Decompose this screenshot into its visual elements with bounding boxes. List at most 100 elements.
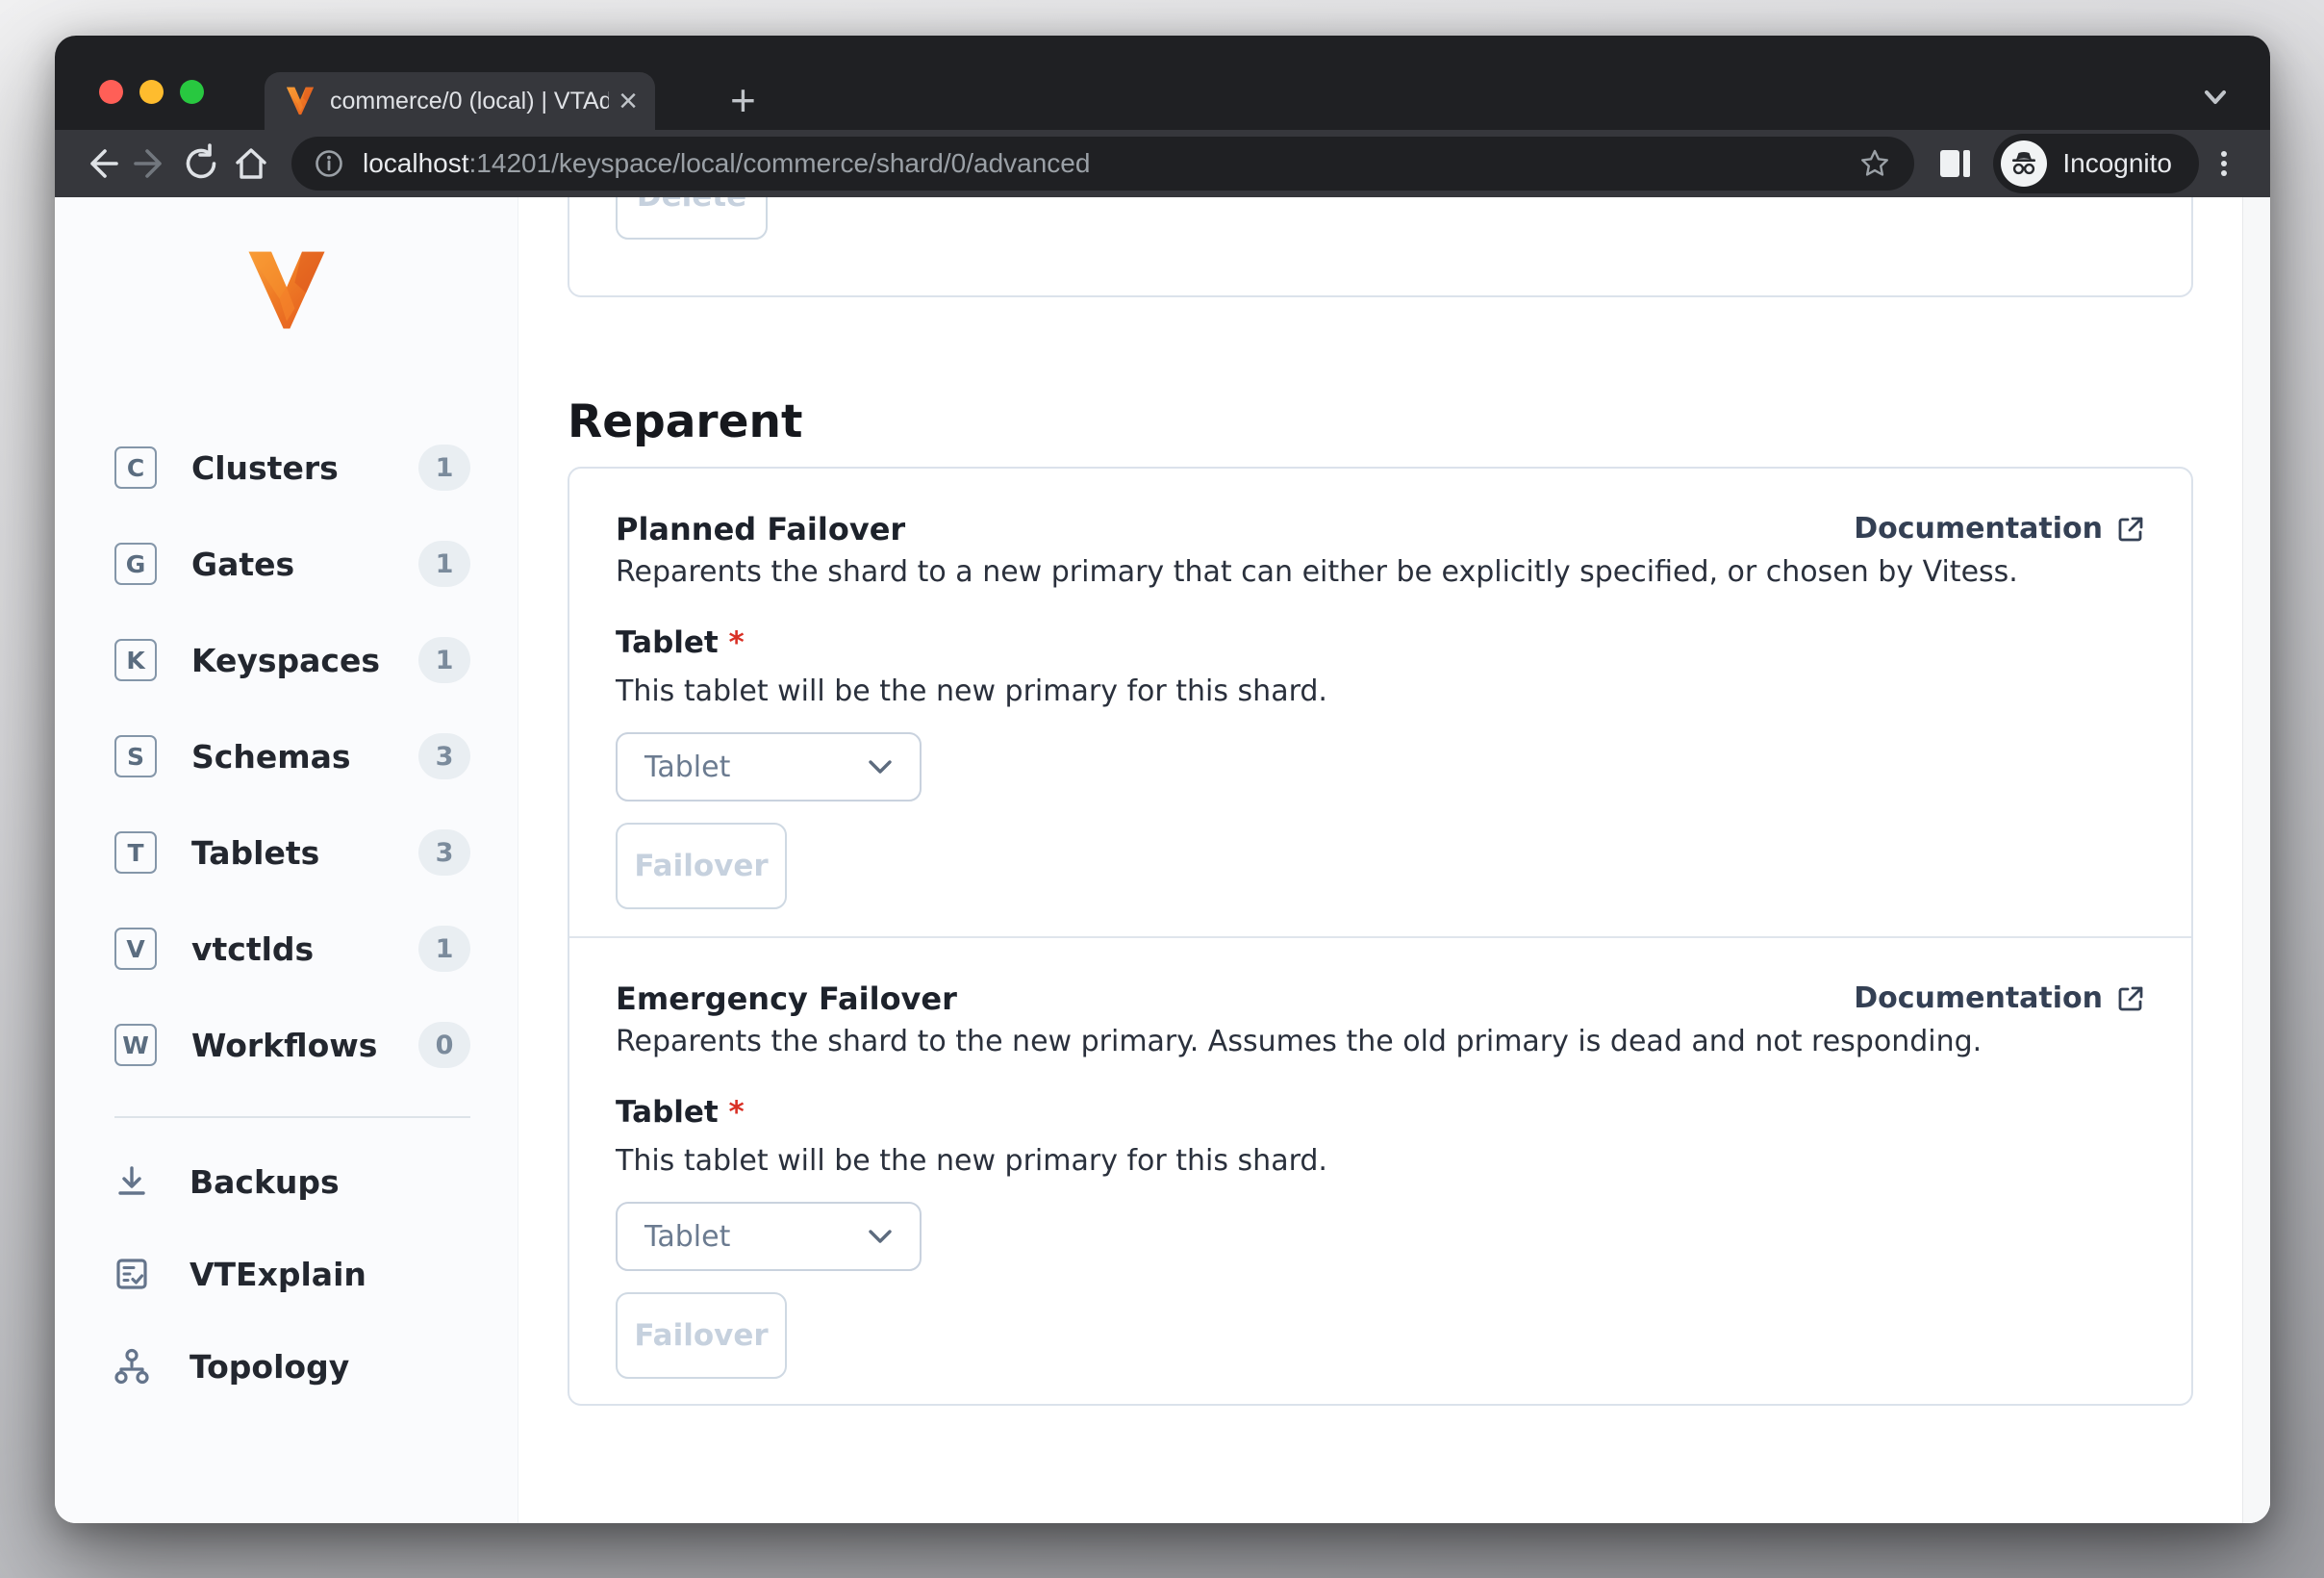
tablet-select-value: Tablet [644, 1219, 731, 1254]
bookmark-star-icon[interactable] [1858, 147, 1891, 180]
tablet-field-label: Tablet * [616, 1095, 745, 1130]
external-link-icon [2118, 986, 2143, 1011]
forward-button[interactable] [126, 139, 176, 189]
sidebar-item-vtctlds[interactable]: V vtctlds 1 [55, 901, 518, 997]
side-panel-icon[interactable] [1930, 139, 1980, 189]
sidebar-item-label: Schemas [191, 737, 351, 776]
gates-icon: G [114, 543, 157, 585]
sidebar-item-clusters[interactable]: C Clusters 1 [55, 420, 518, 516]
vtadmin-app: C Clusters 1 G Gates 1 K Keyspaces 1 S S… [55, 197, 2270, 1523]
address-bar[interactable]: localhost:14201/keyspace/local/commerce/… [291, 137, 1915, 191]
documentation-label: Documentation [1854, 512, 2103, 546]
backups-icon [111, 1160, 153, 1203]
traffic-lights [99, 80, 204, 104]
delete-button[interactable]: Delete [616, 197, 768, 240]
scrollbar[interactable] [2242, 197, 2270, 1523]
count-badge: 3 [418, 733, 470, 779]
count-badge: 0 [418, 1022, 470, 1068]
sidebar-item-label: Workflows [191, 1026, 378, 1064]
main-content: Delete Reparent Planned Failover Documen… [518, 197, 2270, 1523]
tab-title: commerce/0 (local) | VTAdmin [330, 87, 610, 115]
vtexplain-icon [111, 1253, 153, 1295]
tab-strip: commerce/0 (local) | VTAdmin × + [55, 36, 2270, 130]
chevron-down-icon [869, 1230, 892, 1243]
sidebar-nav: C Clusters 1 G Gates 1 K Keyspaces 1 S S… [55, 420, 518, 1093]
sidebar-item-label: Clusters [191, 448, 339, 487]
sidebar: C Clusters 1 G Gates 1 K Keyspaces 1 S S… [55, 197, 518, 1523]
sidebar-item-workflows[interactable]: W Workflows 0 [55, 997, 518, 1093]
reload-button[interactable] [176, 139, 226, 189]
sidebar-item-label: vtctlds [191, 929, 315, 968]
keyspaces-icon: K [114, 639, 157, 681]
vitess-logo [248, 251, 324, 329]
browser-menu-icon[interactable] [2199, 139, 2249, 189]
count-badge: 1 [418, 637, 470, 683]
sidebar-tools: Backups VTExplain Topology [55, 1135, 518, 1413]
required-asterisk: * [728, 1095, 745, 1130]
delete-shard-card: Delete [568, 197, 2193, 297]
planned-failover-button[interactable]: Failover [616, 823, 787, 909]
sidebar-item-vtexplain[interactable]: VTExplain [55, 1228, 518, 1320]
page-info-icon[interactable] [315, 149, 343, 178]
section-title: Emergency Failover [616, 980, 957, 1017]
topology-icon [111, 1345, 153, 1387]
sidebar-divider [114, 1116, 470, 1118]
sidebar-item-gates[interactable]: G Gates 1 [55, 516, 518, 612]
browser-toolbar: localhost:14201/keyspace/local/commerce/… [55, 130, 2270, 197]
sidebar-item-schemas[interactable]: S Schemas 3 [55, 708, 518, 804]
url-text: localhost:14201/keyspace/local/commerce/… [363, 148, 1858, 179]
new-tab-button[interactable]: + [730, 76, 756, 124]
page-title: Reparent [568, 395, 803, 448]
home-button[interactable] [226, 139, 276, 189]
sidebar-item-backups[interactable]: Backups [55, 1135, 518, 1228]
tablets-icon: T [114, 831, 157, 874]
minimize-window-button[interactable] [139, 80, 164, 104]
sidebar-item-topology[interactable]: Topology [55, 1320, 518, 1413]
count-badge: 1 [418, 541, 470, 587]
tablet-select[interactable]: Tablet [616, 1202, 922, 1271]
sidebar-item-label: Keyspaces [191, 641, 381, 679]
count-badge: 3 [418, 829, 470, 876]
tablet-field-help: This tablet will be the new primary for … [616, 1144, 1327, 1178]
emergency-failover-section: Emergency Failover Documentation Reparen… [569, 938, 2191, 1404]
incognito-badge: Incognito [1993, 134, 2199, 193]
close-window-button[interactable] [99, 80, 123, 104]
sidebar-item-keyspaces[interactable]: K Keyspaces 1 [55, 612, 518, 708]
documentation-link[interactable]: Documentation [1854, 511, 2145, 547]
tablet-select-value: Tablet [644, 750, 731, 784]
sidebar-item-tablets[interactable]: T Tablets 3 [55, 804, 518, 901]
vtctlds-icon: V [114, 928, 157, 970]
sidebar-item-label: Topology [189, 1347, 350, 1386]
url-path: :14201/keyspace/local/commerce/shard/0/a… [468, 148, 1091, 178]
clusters-icon: C [114, 446, 157, 489]
sidebar-item-label: Gates [191, 545, 295, 583]
browser-tab[interactable]: commerce/0 (local) | VTAdmin × [265, 72, 655, 130]
documentation-link[interactable]: Documentation [1854, 980, 2145, 1017]
back-button[interactable] [76, 139, 126, 189]
tablet-select[interactable]: Tablet [616, 732, 922, 802]
tab-search-chevron-icon[interactable] [2199, 86, 2232, 114]
count-badge: 1 [418, 926, 470, 972]
url-host: localhost [363, 148, 469, 178]
workflows-icon: W [114, 1024, 157, 1066]
count-badge: 1 [418, 445, 470, 491]
tablet-field-help: This tablet will be the new primary for … [616, 674, 1327, 708]
required-asterisk: * [728, 625, 745, 660]
documentation-label: Documentation [1854, 981, 2103, 1015]
tab-close-icon[interactable]: × [619, 85, 638, 117]
section-description: Reparents the shard to a new primary tha… [616, 555, 2018, 589]
sidebar-item-label: VTExplain [189, 1255, 366, 1293]
emergency-failover-button[interactable]: Failover [616, 1292, 787, 1379]
zoom-window-button[interactable] [180, 80, 204, 104]
incognito-spy-icon [2001, 140, 2048, 187]
sidebar-item-label: Backups [189, 1162, 340, 1201]
planned-failover-section: Planned Failover Documentation Reparents… [569, 469, 2191, 936]
sidebar-item-label: Tablets [191, 833, 320, 872]
external-link-icon [2118, 517, 2143, 542]
reparent-card: Planned Failover Documentation Reparents… [568, 467, 2193, 1406]
vitess-favicon [286, 87, 315, 115]
section-description: Reparents the shard to the new primary. … [616, 1025, 1983, 1058]
chevron-down-icon [869, 760, 892, 774]
incognito-label: Incognito [2062, 148, 2172, 178]
tablet-field-label: Tablet * [616, 625, 745, 660]
